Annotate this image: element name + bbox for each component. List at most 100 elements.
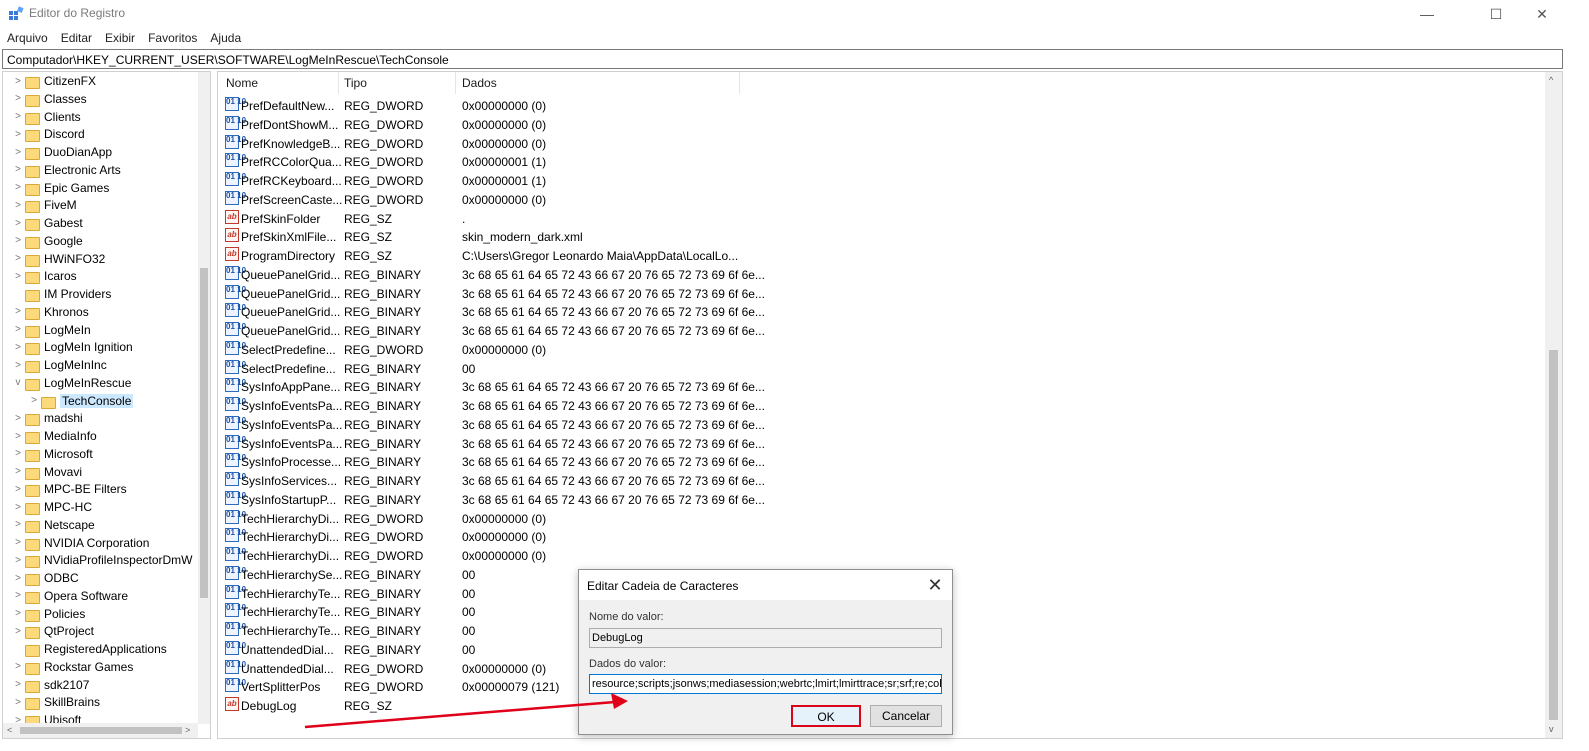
chevron-right-icon[interactable]: > (11, 342, 25, 353)
chevron-right-icon[interactable]: > (11, 164, 25, 175)
list-item[interactable]: 01 10 PrefRCColorQua... REG_DWORD 0x0000000… (223, 152, 1543, 170)
list-item[interactable]: 01 10 TechHierarchyDi... REG_DWORD 0x000000… (223, 509, 1543, 527)
menu-arquivo[interactable]: Arquivo (0, 29, 54, 47)
chevron-right-icon[interactable]: > (11, 679, 25, 690)
tree-hscroll-thumb[interactable] (20, 727, 182, 734)
tree-item[interactable]: > NVidiaProfileInspectorDmW (11, 551, 193, 569)
list-item[interactable]: 01 10 SelectPredefine... REG_DWORD 0x000000… (223, 340, 1543, 358)
tree-vscroll-thumb[interactable] (200, 268, 208, 598)
chevron-right-icon[interactable]: > (11, 448, 25, 459)
tree-item[interactable]: > SkillBrains (11, 693, 100, 711)
tree-item[interactable]: > Microsoft (11, 445, 93, 463)
chevron-right-icon[interactable]: > (11, 129, 25, 140)
list-item[interactable]: 01 10 SysInfoAppPane... REG_BINARY 3c 68 65… (223, 377, 1543, 395)
list-vertical-scrollbar[interactable]: ^ v (1545, 72, 1562, 738)
tree-item[interactable]: > MediaInfo (11, 427, 97, 445)
close-button[interactable]: ✕ (1519, 0, 1565, 28)
column-header-type[interactable]: Tipo (344, 76, 367, 90)
chevron-right-icon[interactable]: > (11, 76, 25, 87)
tree-item[interactable]: IM Providers (11, 285, 111, 303)
tree-item[interactable]: > Netscape (11, 516, 95, 534)
tree-vertical-scrollbar[interactable] (198, 72, 210, 724)
list-item[interactable]: ab ProgramDirectory REG_SZ C:\Users\Gregor … (223, 246, 1543, 264)
chevron-right-icon[interactable]: > (11, 306, 25, 317)
chevron-right-icon[interactable]: > (11, 573, 25, 584)
list-item[interactable]: 01 10 PrefDontShowM... REG_DWORD 0x00000000… (223, 115, 1543, 133)
chevron-right-icon[interactable]: > (11, 253, 25, 264)
chevron-right-icon[interactable]: > (11, 590, 25, 601)
tree-item[interactable]: > Policies (11, 605, 85, 623)
menu-ajuda[interactable]: Ajuda (203, 29, 247, 47)
list-item[interactable]: 01 10 QueuePanelGrid... REG_BINARY 3c 68 65… (223, 321, 1543, 339)
list-vscroll-thumb[interactable] (1549, 350, 1558, 720)
chevron-right-icon[interactable]: > (11, 608, 25, 619)
column-separator[interactable] (455, 72, 456, 94)
column-header-data[interactable]: Dados (462, 76, 497, 90)
chevron-down-icon[interactable]: v (11, 377, 25, 388)
chevron-right-icon[interactable]: > (11, 431, 25, 442)
ok-button[interactable]: OK (791, 705, 861, 727)
menu-editar[interactable]: Editar (54, 29, 98, 47)
list-item[interactable]: 01 10 TechHierarchyDi... REG_DWORD 0x000000… (223, 546, 1543, 564)
tree-item[interactable]: > Icaros (11, 267, 77, 285)
list-item[interactable]: 01 10 PrefScreenCaste... REG_DWORD 0x000000… (223, 190, 1543, 208)
chevron-right-icon[interactable]: > (11, 484, 25, 495)
dialog-close-button[interactable]: ✕ (924, 574, 946, 596)
scroll-down-arrow-icon[interactable]: v (1549, 724, 1554, 734)
list-item[interactable]: 01 10 QueuePanelGrid... REG_BINARY 3c 68 65… (223, 265, 1543, 283)
column-separator[interactable] (739, 72, 740, 94)
menu-favoritos[interactable]: Favoritos (141, 29, 203, 47)
chevron-right-icon[interactable]: > (11, 413, 25, 424)
list-item[interactable]: 01 10 PrefKnowledgeB... REG_DWORD 0x0000000… (223, 134, 1543, 152)
tree-item[interactable]: > MPC-HC (11, 498, 92, 516)
column-header-name[interactable]: Nome (226, 76, 258, 90)
list-item[interactable]: 01 10 PrefRCKeyboard... REG_DWORD 0x0000000… (223, 171, 1543, 189)
tree-item[interactable]: > Khronos (11, 303, 89, 321)
tree-item[interactable]: > madshi (11, 409, 83, 427)
tree-item[interactable]: > Movavi (11, 463, 82, 481)
tree-item[interactable]: > DuoDianApp (11, 143, 112, 161)
chevron-right-icon[interactable]: > (11, 466, 25, 477)
tree-item[interactable]: > QtProject (11, 622, 94, 640)
chevron-right-icon[interactable]: > (11, 697, 25, 708)
tree-item[interactable]: > HWiNFO32 (11, 250, 105, 268)
cancel-button[interactable]: Cancelar (870, 705, 942, 727)
tree-item[interactable]: > FiveM (11, 196, 77, 214)
maximize-button[interactable]: ☐ (1473, 0, 1519, 28)
chevron-right-icon[interactable]: > (11, 200, 25, 211)
list-item[interactable]: 01 10 TechHierarchyDi... REG_DWORD 0x000000… (223, 527, 1543, 545)
tree-item[interactable]: > CitizenFX (11, 72, 96, 90)
list-item[interactable]: 01 10 QueuePanelGrid... REG_BINARY 3c 68 65… (223, 302, 1543, 320)
chevron-right-icon[interactable]: > (11, 235, 25, 246)
menu-exibir[interactable]: Exibir (98, 29, 141, 47)
chevron-right-icon[interactable]: > (11, 271, 25, 282)
tree-item[interactable]: > Opera Software (11, 587, 128, 605)
chevron-right-icon[interactable]: > (11, 93, 25, 104)
column-separator[interactable] (338, 72, 339, 94)
chevron-right-icon[interactable]: > (11, 182, 25, 193)
list-item[interactable]: 01 10 SysInfoEventsPa... REG_BINARY 3c 68 6… (223, 415, 1543, 433)
minimize-button[interactable]: — (1404, 0, 1450, 28)
list-item[interactable]: 01 10 SysInfoServices... REG_BINARY 3c 68 6… (223, 471, 1543, 489)
tree-item[interactable]: > LogMeInInc (11, 356, 107, 374)
tree-item[interactable]: > Gabest (11, 214, 83, 232)
list-item[interactable]: 01 10 QueuePanelGrid... REG_BINARY 3c 68 65… (223, 284, 1543, 302)
tree-item[interactable]: > NVIDIA Corporation (11, 534, 149, 552)
scroll-right-arrow-icon[interactable]: > (185, 725, 190, 735)
chevron-right-icon[interactable]: > (11, 537, 25, 548)
tree-item[interactable]: > Rockstar Games (11, 658, 133, 676)
tree-item[interactable]: > Electronic Arts (11, 161, 121, 179)
chevron-right-icon[interactable]: > (11, 111, 25, 122)
tree-item[interactable]: > Epic Games (11, 179, 109, 197)
chevron-right-icon[interactable]: > (11, 360, 25, 371)
tree-item[interactable]: > LogMeIn Ignition (11, 338, 133, 356)
tree-item[interactable]: > Classes (11, 90, 87, 108)
tree-item[interactable]: v LogMeInRescue (11, 374, 131, 392)
tree-item[interactable]: > TechConsole (27, 392, 134, 410)
chevron-right-icon[interactable]: > (27, 395, 41, 406)
tree-item[interactable]: > Clients (11, 108, 81, 126)
chevron-right-icon[interactable]: > (11, 324, 25, 335)
list-item[interactable]: 01 10 SysInfoProcesse... REG_BINARY 3c 68 6… (223, 452, 1543, 470)
chevron-right-icon[interactable]: > (11, 626, 25, 637)
chevron-right-icon[interactable]: > (11, 218, 25, 229)
